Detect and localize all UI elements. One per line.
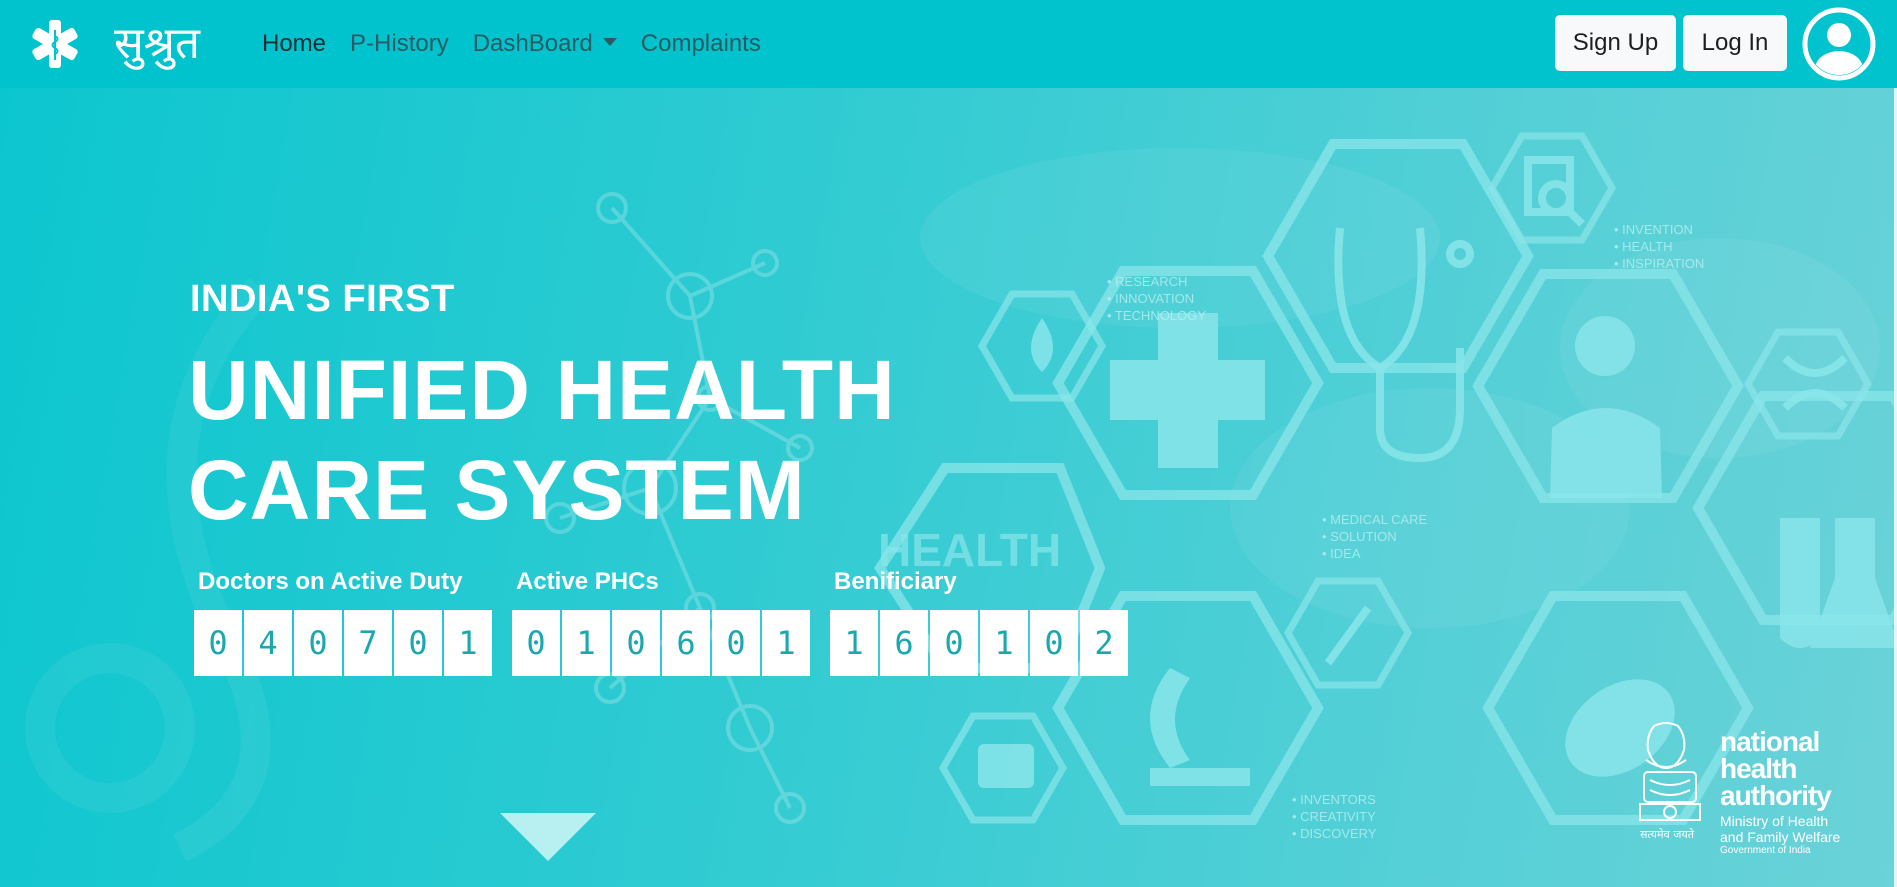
nha-government: Government of India	[1720, 845, 1811, 856]
digit-row: 1 6 0 1 0 2	[830, 610, 1130, 676]
star-of-life-icon[interactable]	[30, 18, 80, 70]
top-navbar: सुश्रुत Home P-History DashBoard Complai…	[0, 0, 1897, 88]
nha-logo-text: national health authority Ministry of He…	[1720, 726, 1841, 857]
nav-menu: Home P-History DashBoard Complaints	[262, 0, 785, 88]
digit: 0	[512, 610, 560, 676]
hero-kicker: INDIA'S FIRST	[190, 278, 455, 320]
digit: 6	[662, 610, 710, 676]
digit: 7	[344, 610, 392, 676]
digit: 1	[444, 610, 492, 676]
nha-ministry-1: Ministry of Health	[1720, 813, 1829, 829]
digit: 0	[294, 610, 342, 676]
nav-p-history-link[interactable]: P-History	[350, 30, 449, 58]
digit: 0	[194, 610, 242, 676]
digit: 6	[880, 610, 928, 676]
counter-doctors: Doctors on Active Duty 0 4 0 7 0 1	[194, 568, 494, 676]
digit-row: 0 1 0 6 0 1	[512, 610, 812, 676]
counter-label: Benificiary	[834, 568, 957, 595]
bg-caption: • MEDICAL CARE	[1322, 512, 1428, 527]
digit: 1	[762, 610, 810, 676]
digit: 0	[394, 610, 442, 676]
bg-caption: • INVENTION	[1614, 222, 1693, 237]
digit: 1	[980, 610, 1028, 676]
digit: 1	[562, 610, 610, 676]
hero-section: HEALTH • RESEARCH • INNOVATION • TECHNOL…	[0, 88, 1897, 887]
bg-caption: • IDEA	[1322, 546, 1361, 561]
bg-caption: • SOLUTION	[1322, 529, 1397, 544]
nav-complaints-link[interactable]: Complaints	[641, 30, 761, 58]
bg-caption: • INNOVATION	[1107, 291, 1194, 306]
nav-home-link[interactable]: Home	[262, 30, 326, 58]
bg-caption: • INSPIRATION	[1614, 256, 1704, 271]
digit: 0	[1030, 610, 1078, 676]
counter-beneficiary: Benificiary 1 6 0 1 0 2	[830, 568, 1130, 676]
bg-caption: • INVENTORS	[1292, 792, 1376, 807]
digit: 1	[830, 610, 878, 676]
nha-title-2: health	[1720, 753, 1797, 784]
bg-caption: • TECHNOLOGY	[1107, 308, 1206, 323]
brand-name[interactable]: सुश्रुत	[114, 14, 200, 74]
digit: 2	[1080, 610, 1128, 676]
counter-label: Doctors on Active Duty	[198, 568, 463, 595]
nha-title-1: national	[1720, 726, 1820, 757]
bg-caption: • HEALTH	[1614, 239, 1673, 254]
user-avatar-icon[interactable]	[1802, 7, 1876, 81]
digit: 0	[930, 610, 978, 676]
digit-row: 0 4 0 7 0 1	[194, 610, 494, 676]
caret-down-icon	[602, 37, 617, 46]
digit: 4	[244, 610, 292, 676]
nav-dashboard-label: DashBoard	[472, 30, 593, 57]
bg-caption: • CREATIVITY	[1292, 809, 1376, 824]
counter-label: Active PHCs	[516, 568, 659, 595]
digit: 0	[612, 610, 660, 676]
hero-headline: UNIFIED HEALTH CARE SYSTEM	[188, 340, 896, 540]
nha-ministry-2: and Family Welfare	[1720, 829, 1841, 845]
sign-up-button[interactable]: Sign Up	[1555, 15, 1676, 71]
emblem-caption: सत्यमेव जयते	[1640, 828, 1695, 841]
headline-line-2: CARE SYSTEM	[188, 443, 806, 537]
log-in-button[interactable]: Log In	[1683, 15, 1787, 71]
counter-phcs: Active PHCs 0 1 0 6 0 1	[512, 568, 812, 676]
headline-line-1: UNIFIED HEALTH	[188, 343, 896, 437]
down-triangle-icon[interactable]	[500, 813, 596, 863]
nha-title-3: authority	[1720, 780, 1832, 811]
digit: 0	[712, 610, 760, 676]
bg-caption: • DISCOVERY	[1292, 826, 1377, 841]
bg-caption: • RESEARCH	[1107, 274, 1187, 289]
nav-dashboard-dropdown[interactable]: DashBoard	[473, 30, 617, 58]
